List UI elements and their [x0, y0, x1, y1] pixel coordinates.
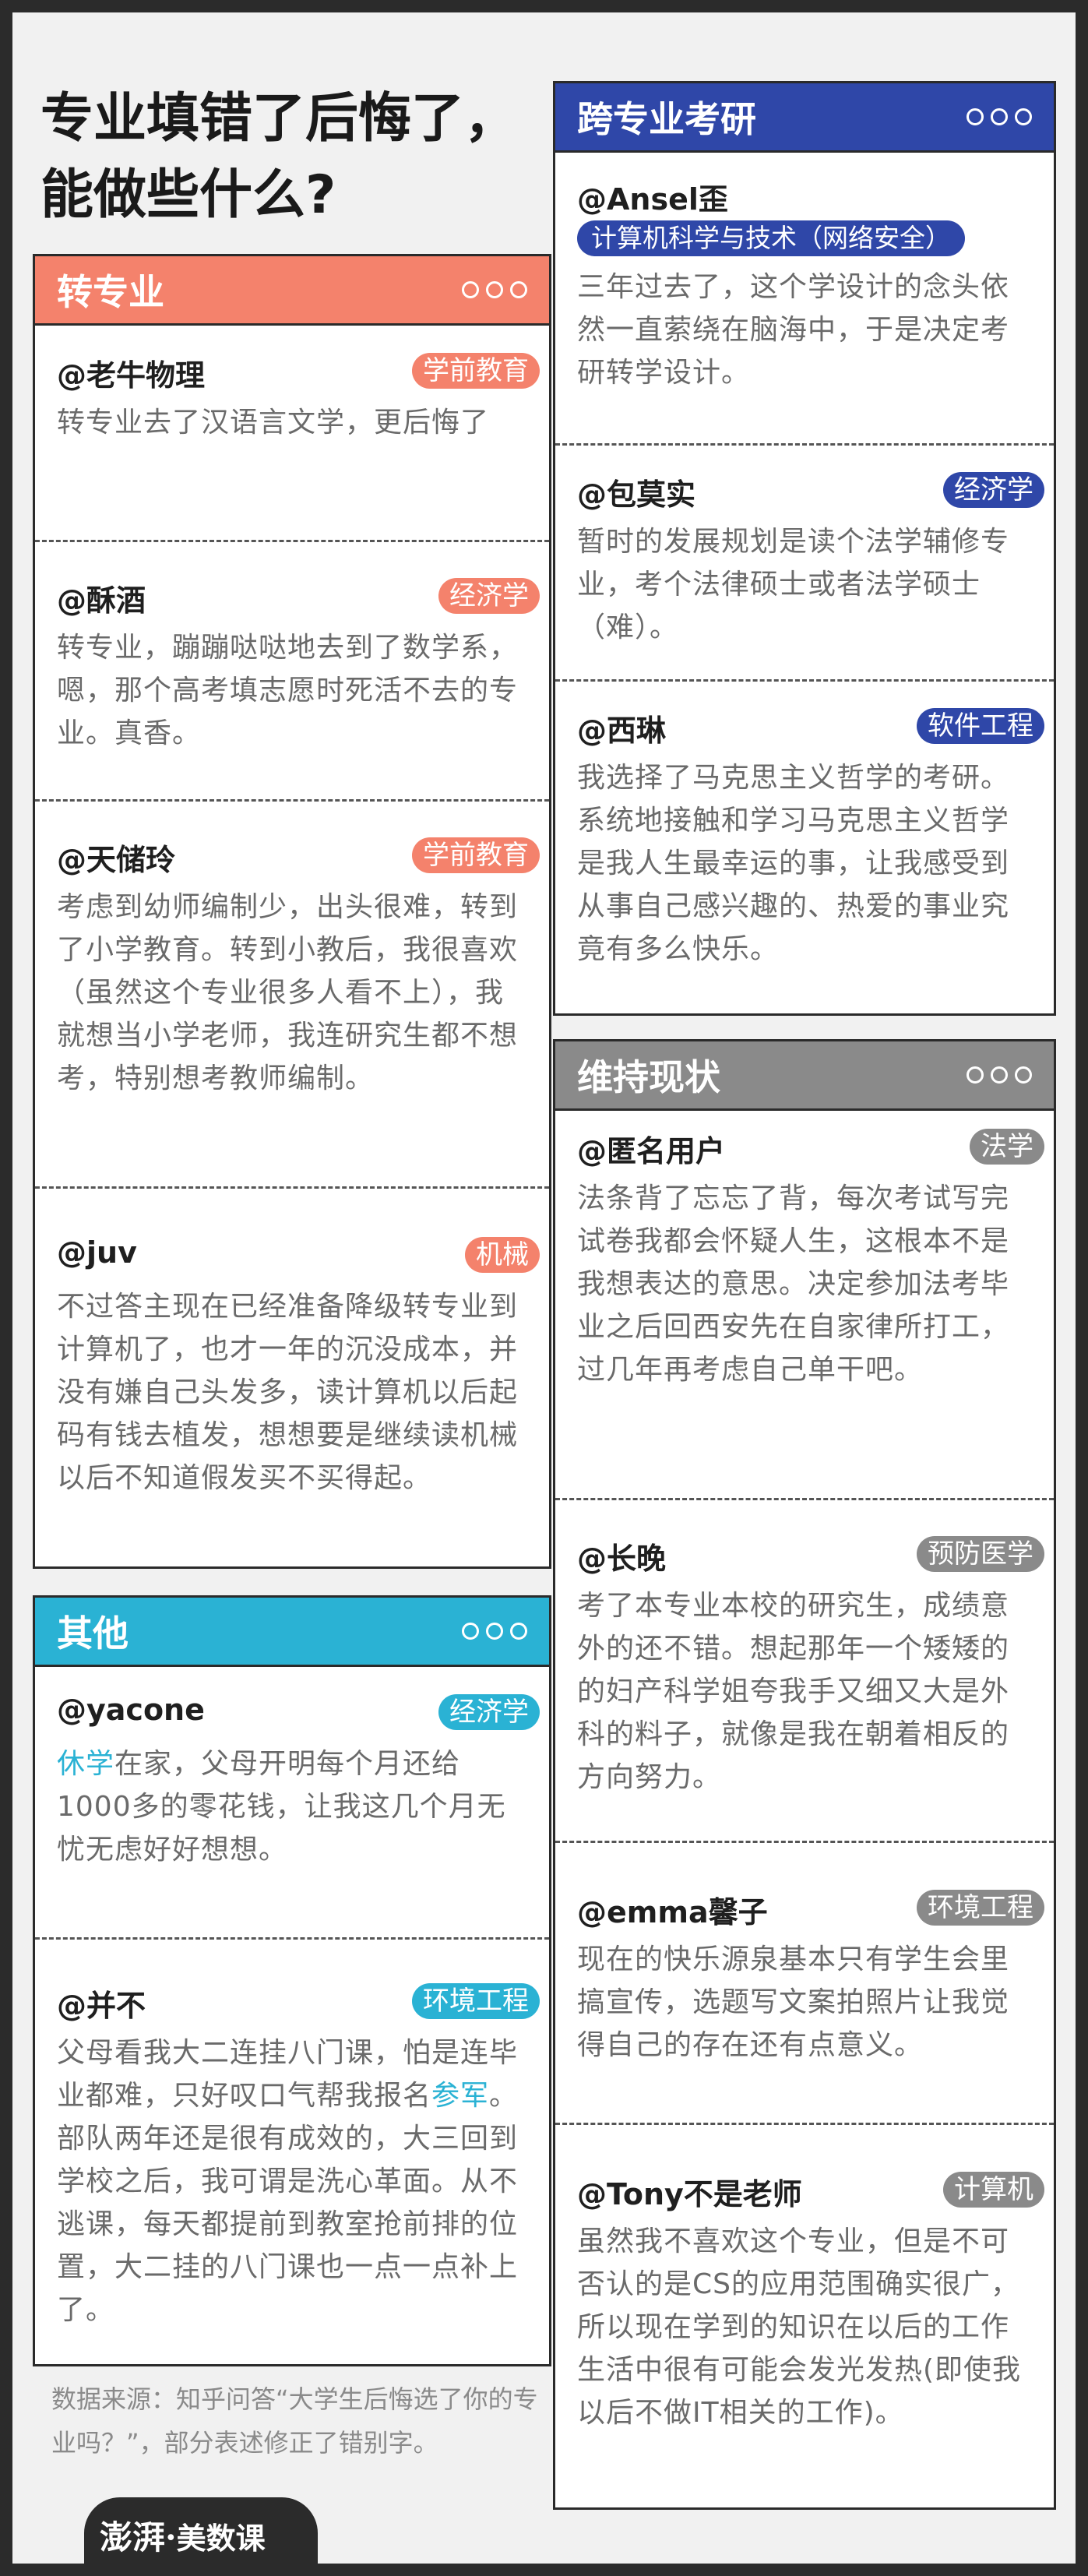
major-tag: 经济学: [943, 472, 1044, 508]
page-title: 专业填错了后悔了， 能做些什么?: [40, 81, 539, 234]
page-title-line-2: 能做些什么?: [40, 164, 336, 226]
list-item: @长晚 预防医学 考了本专业本校的研究生，成绩意外的还不错。想起那年一个矮矮的的…: [555, 1498, 1054, 1799]
list-item: @yacone 经济学 休学在家，父母开明每个月还给1000多的零花钱，让我这几…: [35, 1685, 549, 1871]
section-transfer-major: 转专业 @老牛物理 学前教育 转专业去了汉语言文学，更后悔了 @酥酒 经济学 转…: [33, 254, 551, 1569]
major-tag: 法学: [970, 1129, 1044, 1165]
window-dots-icon: [462, 281, 527, 298]
username: @西琳: [577, 714, 667, 748]
major-tag: 学前教育: [412, 837, 540, 873]
comment-text: 现在的快乐源泉基本只有学生会里搞宣传，选题写文案拍照片让我觉得自己的存在还有点意…: [577, 1943, 1010, 2061]
list-item: @老牛物理 学前教育 转专业去了汉语言文学，更后悔了: [35, 344, 549, 444]
list-item: @匿名用户 法学 法条背了忘忘了背，每次考试写完试卷我都会怀疑人生，这根本不是我…: [555, 1119, 1054, 1391]
major-tag: 机械: [465, 1237, 540, 1273]
comment-text: 三年过去了，这个学设计的念头依然一直萦绕在脑海中，于是决定考研转学设计。: [577, 271, 1010, 389]
section-keep-status-quo: 维持现状 @匿名用户 法学 法条背了忘忘了背，每次考试写完试卷我都会怀疑人生，这…: [553, 1039, 1056, 2510]
section-title: 转专业: [57, 271, 164, 313]
username: @juv: [57, 1235, 137, 1270]
major-tag: 环境工程: [412, 1983, 540, 2019]
section-title: 维持现状: [577, 1056, 720, 1098]
major-tag: 预防医学: [917, 1536, 1044, 1572]
comment-text: 父母看我大二连挂八门课，怕是连毕业都难，只好叹口气帮我报名参军。部队两年还是很有…: [57, 2037, 519, 2326]
major-tag: 经济学: [438, 578, 540, 614]
section-header: 其他: [35, 1598, 549, 1667]
list-item: @Ansel歪 计算机科学与技术（网络安全） 三年过去了，这个学设计的念头依然一…: [555, 171, 1054, 394]
list-item: @juv 机械 不过答主现在已经准备降级转专业到计算机了，也才一年的沉没成本，并…: [35, 1186, 549, 1499]
username: @酥酒: [57, 583, 146, 618]
section-title: 其他: [57, 1612, 129, 1654]
comment-text: 考虑到幼师编制少，出头很难，转到了小学教育。转到小教后，我很喜欢（虽然这个专业很…: [57, 891, 519, 1094]
comment-text: 考了本专业本校的研究生，成绩意外的还不错。想起那年一个矮矮的的妇产科学姐夸我手又…: [577, 1590, 1010, 1793]
section-cross-major-grad: 跨专业考研 @Ansel歪 计算机科学与技术（网络安全） 三年过去了，这个学设计…: [553, 81, 1056, 1016]
username: @长晚: [577, 1542, 667, 1576]
comment-text: 虽然我不喜欢这个专业，但是不可否认的是CS的应用范围确实很广，所以现在学到的知识…: [577, 2225, 1022, 2429]
section-other: 其他 @yacone 经济学 休学在家，父母开明每个月还给1000多的零花钱，让…: [33, 1595, 551, 2366]
major-tag: 计算机: [943, 2172, 1044, 2208]
major-tag: 学前教育: [412, 353, 540, 389]
major-tag: 计算机科学与技术（网络安全）: [577, 220, 965, 256]
window-dots-icon: [967, 1066, 1032, 1084]
username: @并不: [57, 1989, 146, 2023]
username: @老牛物理: [57, 358, 206, 393]
username: @emma馨子: [577, 1895, 768, 1929]
list-item: @酥酒 经济学 转专业，蹦蹦哒哒地去到了数学系，嗯，那个高考填志愿时死活不去的专…: [35, 540, 549, 755]
username: @匿名用户: [577, 1134, 726, 1168]
comment-text: 法条背了忘忘了背，每次考试写完试卷我都会怀疑人生，这根本不是我想表达的意思。决定…: [577, 1182, 1010, 1386]
section-header: 转专业: [35, 256, 549, 326]
major-tag: 软件工程: [917, 708, 1044, 744]
comment-text: 我选择了马克思主义哲学的考研。系统地接触和学习马克思主义哲学是我人生最幸运的事，…: [577, 762, 1010, 965]
username: @Ansel歪: [577, 182, 728, 217]
infographic-page: 专业填错了后悔了， 能做些什么? 转专业 @老牛物理 学前教育 转专业去了汉语言…: [12, 12, 1076, 2564]
list-item: @Tony不是老师 计算机 虽然我不喜欢这个专业，但是不可否认的是CS的应用范围…: [555, 2123, 1054, 2434]
highlight-keyword: 参军: [431, 2080, 490, 2112]
section-header: 跨专业考研: [555, 83, 1054, 153]
comment-text: 不过答主现在已经准备降级转专业到计算机了，也才一年的沉没成本，并没有嫌自己头发多…: [57, 1291, 519, 1494]
major-tag: 环境工程: [917, 1890, 1044, 1926]
section-header: 维持现状: [555, 1041, 1054, 1111]
comment-text: 转专业，蹦蹦哒哒地去到了数学系，嗯，那个高考填志愿时死活不去的专业。真香。: [57, 632, 519, 749]
brand-logo: 澎湃·美数课: [100, 2518, 266, 2557]
window-dots-icon: [462, 1623, 527, 1640]
username: @包莫实: [577, 477, 696, 512]
username: @yacone: [57, 1693, 205, 1727]
major-tag: 经济学: [438, 1694, 540, 1730]
window-dots-icon: [967, 108, 1032, 125]
data-source-note: 数据来源：知乎问答“大学生后悔选了你的专业吗？”，部分表述修正了错别字。: [51, 2384, 538, 2458]
page-title-line-1: 专业填错了后悔了，: [40, 88, 518, 150]
list-item: @西琳 软件工程 我选择了马克思主义哲学的考研。系统地接触和学习马克思主义哲学是…: [555, 679, 1054, 971]
username: @Tony不是老师: [577, 2177, 802, 2211]
list-item: @天储玲 学前教育 考虑到幼师编制少，出头很难，转到了小学教育。转到小教后，我很…: [35, 799, 549, 1100]
username: @天储玲: [57, 843, 176, 877]
highlight-keyword: 休学: [57, 1748, 115, 1780]
section-title: 跨专业考研: [577, 98, 756, 140]
list-item: @emma馨子 环境工程 现在的快乐源泉基本只有学生会里搞宣传，选题写文案拍照片…: [555, 1841, 1054, 2067]
list-item: @并不 环境工程 父母看我大二连挂八门课，怕是连毕业都难，只好叹口气帮我报名参军…: [35, 1937, 549, 2331]
comment-text: 休学在家，父母开明每个月还给1000多的零花钱，让我这几个月无忧无虑好好想想。: [57, 1748, 506, 1866]
list-item: @包莫实 经济学 暂时的发展规划是读个法学辅修专业，考个法律硕士或者法学硕士（难…: [555, 443, 1054, 649]
comment-text: 暂时的发展规划是读个法学辅修专业，考个法律硕士或者法学硕士（难）。: [577, 526, 1010, 643]
comment-text: 转专业去了汉语言文学，更后悔了: [57, 407, 490, 439]
